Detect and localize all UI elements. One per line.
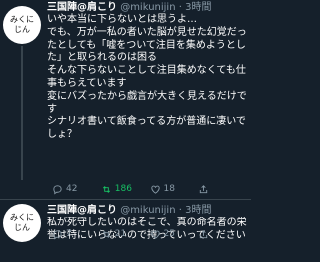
tweet[interactable]: みくに じん 三国陣@肩こり @mikunijin · 3時間 私が死守したいの… xyxy=(0,200,251,262)
retweet-count: 186 xyxy=(114,184,132,194)
retweet-icon xyxy=(102,185,110,193)
reply-count: 42 xyxy=(66,184,78,194)
tweet-actions: 42 186 18 xyxy=(52,181,247,197)
timestamp[interactable]: 3時間 xyxy=(185,205,211,216)
reply-icon xyxy=(53,229,62,240)
avatar[interactable]: みくに じん xyxy=(3,6,41,44)
display-name[interactable]: 三国陣@肩こり xyxy=(47,205,117,216)
tweet[interactable]: みくに じん 三国陣@肩こり @mikunijin · 3時間 いや本当に下らな… xyxy=(0,0,251,180)
reply-count: 7 xyxy=(66,229,72,239)
avatar[interactable]: みくに じん xyxy=(3,204,41,242)
time-separator: · xyxy=(178,2,182,13)
handle[interactable]: @mikunijin xyxy=(120,2,175,13)
like-count: 18 xyxy=(163,184,175,194)
avatar-text: みくに じん xyxy=(10,213,34,232)
like-count: 25 xyxy=(163,229,175,239)
retweet-icon xyxy=(102,230,110,238)
retweet-button[interactable]: 186 xyxy=(101,184,150,195)
share-icon xyxy=(200,184,208,193)
share-button[interactable] xyxy=(198,229,247,240)
display-name[interactable]: 三国陣@肩こり xyxy=(47,2,117,13)
like-button[interactable]: 18 xyxy=(150,184,199,195)
reply-icon xyxy=(53,184,62,195)
reply-button[interactable]: 42 xyxy=(52,184,101,195)
tweet-actions: 7 21 25 xyxy=(52,226,247,242)
tweet-header: 三国陣@肩こり @mikunijin · 3時間 xyxy=(47,204,251,218)
share-button[interactable] xyxy=(198,184,247,195)
avatar-text: みくに じん xyxy=(10,15,34,34)
retweet-count: 21 xyxy=(114,229,127,239)
handle[interactable]: @mikunijin xyxy=(120,205,175,216)
retweet-button[interactable]: 21 xyxy=(101,229,150,240)
reply-button[interactable]: 7 xyxy=(52,229,101,240)
tweet-text: いや本当に下らないとは思うよ… でも、万が一私の者いた脳が見せた幻覚だったとして… xyxy=(47,14,247,141)
heart-icon xyxy=(150,185,160,194)
like-button[interactable]: 25 xyxy=(150,229,199,240)
tweet-header: 三国陣@肩こり @mikunijin · 3時間 xyxy=(47,1,251,15)
share-icon xyxy=(200,229,208,238)
timestamp[interactable]: 3時間 xyxy=(185,2,211,13)
heart-icon xyxy=(150,230,160,239)
time-separator: · xyxy=(178,205,182,216)
thread-line xyxy=(21,46,23,180)
